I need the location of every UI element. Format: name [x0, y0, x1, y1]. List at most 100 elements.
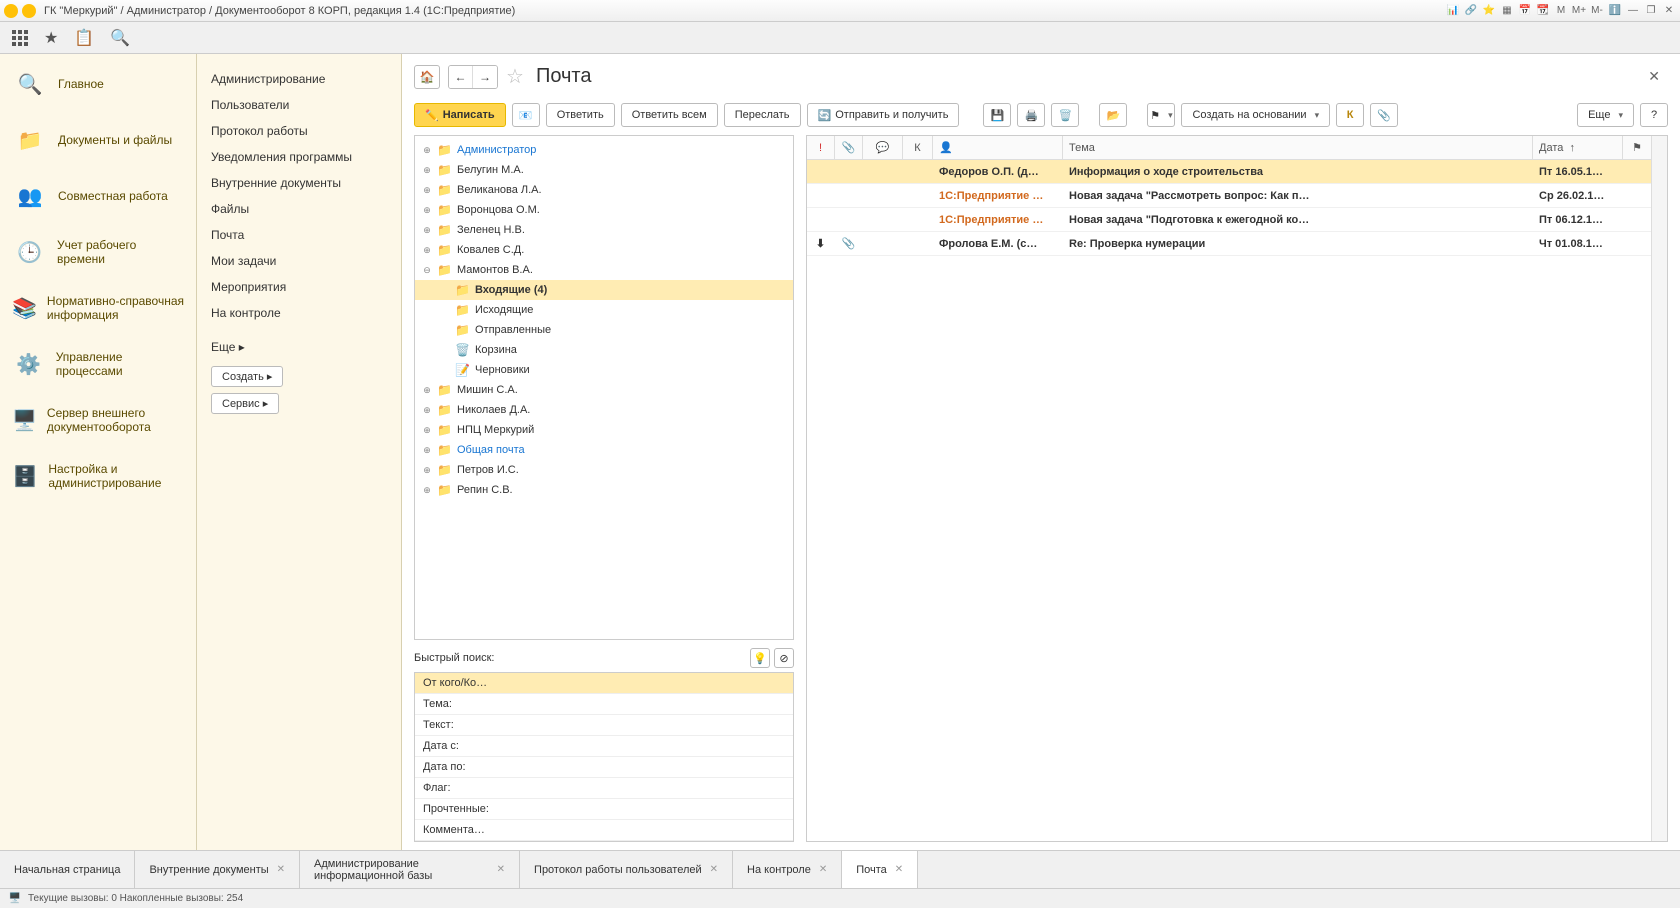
link-icon[interactable]: 🔗 [1464, 4, 1478, 18]
mail-row[interactable]: 1С:Предприятие … Новая задача "Подготовк… [807, 208, 1651, 232]
quick-search-row[interactable]: Тема: [415, 694, 793, 715]
leftnav-item[interactable]: 🖥️Сервер внешнего документооборота [0, 398, 196, 442]
dropdown-icon[interactable] [22, 4, 36, 18]
maximize-icon[interactable]: ❐ [1644, 4, 1658, 18]
help-button[interactable]: ? [1640, 103, 1668, 127]
quick-search-row[interactable]: Коммента… [415, 820, 793, 841]
forward-button[interactable]: Переслать [724, 103, 801, 127]
new-mail-icon-button[interactable]: 📧 [512, 103, 540, 127]
apps-icon[interactable] [12, 30, 28, 46]
flag-dropdown-button[interactable]: ⚑ [1147, 103, 1175, 127]
expand-icon[interactable]: ⊕ [421, 165, 433, 176]
expand-icon[interactable]: ⊕ [421, 485, 433, 496]
tree-node[interactable]: ⊕📁Репин С.В. [415, 480, 793, 500]
save-icon-button[interactable]: 💾 [983, 103, 1011, 127]
expand-icon[interactable]: ⊕ [421, 385, 433, 396]
col-k[interactable]: К [903, 136, 933, 159]
tree-node[interactable]: ⊕📁Мишин С.А. [415, 380, 793, 400]
bottom-tab[interactable]: На контроле✕ [733, 851, 842, 888]
subnav-link[interactable]: Мои задачи [211, 248, 387, 274]
leftnav-item[interactable]: 📚Нормативно-справочная информация [0, 286, 196, 330]
tree-node[interactable]: ⊕📁НПЦ Меркурий [415, 420, 793, 440]
folder-tree[interactable]: ⊕📁Администратор⊕📁Белугин М.А.⊕📁Великанов… [414, 135, 794, 640]
tree-node[interactable]: ⊕📁Ковалев С.Д. [415, 240, 793, 260]
tree-node[interactable]: ⊖📁Мамонтов В.А. [415, 260, 793, 280]
scrollbar[interactable] [1651, 136, 1667, 841]
close-tab-button[interactable]: ✕ [1644, 68, 1664, 85]
subnav-link[interactable]: Пользователи [211, 92, 387, 118]
clear-icon-button[interactable]: ⊘ [774, 648, 794, 668]
col-importance[interactable]: ! [807, 136, 835, 159]
quick-search-row[interactable]: Дата с: [415, 736, 793, 757]
leftnav-item[interactable]: 🔍Главное [0, 62, 196, 106]
tree-node[interactable]: ⊕📁Великанова Л.А. [415, 180, 793, 200]
mail-row[interactable]: Федоров О.П. (д… Информация о ходе строи… [807, 160, 1651, 184]
search-icon[interactable]: 🔍 [110, 28, 130, 48]
subnav-link[interactable]: Файлы [211, 196, 387, 222]
grid-icon[interactable]: ▦ [1500, 4, 1514, 18]
tab-close-icon[interactable]: ✕ [277, 864, 285, 875]
tree-subnode[interactable]: 🗑️Корзина [415, 340, 793, 360]
back-button[interactable]: ← [449, 66, 473, 88]
minimize-icon[interactable]: — [1626, 4, 1640, 18]
home-button[interactable]: 🏠 [414, 65, 440, 89]
leftnav-item[interactable]: 🕒Учет рабочего времени [0, 230, 196, 274]
expand-icon[interactable]: ⊕ [421, 185, 433, 196]
col-date[interactable]: Дата ↑ [1533, 136, 1623, 159]
reply-button[interactable]: Ответить [546, 103, 615, 127]
expand-icon[interactable]: ⊕ [421, 445, 433, 456]
quick-search-row[interactable]: Флаг: [415, 778, 793, 799]
favorite-toggle-icon[interactable]: ☆ [506, 64, 524, 89]
k-button[interactable]: К [1336, 103, 1364, 127]
star-icon[interactable]: ⭐ [1482, 4, 1496, 18]
quick-search-row[interactable]: Прочтенные: [415, 799, 793, 820]
expand-icon[interactable]: ⊕ [421, 465, 433, 476]
more-button[interactable]: Еще [1577, 103, 1634, 127]
subnav-link[interactable]: Администрирование [211, 66, 387, 92]
m-minus-button[interactable]: M- [1590, 4, 1604, 18]
mail-row[interactable]: 1С:Предприятие … Новая задача "Рассмотре… [807, 184, 1651, 208]
bottom-tab[interactable]: Внутренние документы✕ [135, 851, 300, 888]
tree-subnode[interactable]: 📁Исходящие [415, 300, 793, 320]
bottom-tab[interactable]: Начальная страница [0, 851, 135, 888]
tree-subnode[interactable]: 📁Входящие (4) [415, 280, 793, 300]
create-button[interactable]: Создать ▸ [211, 366, 283, 387]
tree-subnode[interactable]: 📝Черновики [415, 360, 793, 380]
cal2-icon[interactable]: 📆 [1536, 4, 1550, 18]
print-icon-button[interactable]: 🖨️ [1017, 103, 1045, 127]
col-reply[interactable]: 💬 [863, 136, 903, 159]
close-icon[interactable]: ✕ [1662, 4, 1676, 18]
tree-node[interactable]: ⊕📁Воронцова О.М. [415, 200, 793, 220]
subnav-link[interactable]: Почта [211, 222, 387, 248]
attach-icon-button[interactable]: 📎 [1370, 103, 1398, 127]
quick-search-row[interactable]: Дата по: [415, 757, 793, 778]
tree-node[interactable]: ⊕📁Белугин М.А. [415, 160, 793, 180]
tab-close-icon[interactable]: ✕ [710, 864, 718, 875]
clipboard-icon[interactable]: 📋 [74, 28, 94, 48]
leftnav-item[interactable]: 📁Документы и файлы [0, 118, 196, 162]
bottom-tab[interactable]: Администрирование информационной базы✕ [300, 851, 520, 888]
expand-icon[interactable]: ⊖ [421, 265, 433, 276]
col-subject[interactable]: Тема [1063, 136, 1533, 159]
leftnav-item[interactable]: 🗄️Настройка и администрирование [0, 454, 196, 498]
subnav-link[interactable]: На контроле [211, 300, 387, 326]
service-button[interactable]: Сервис ▸ [211, 393, 279, 414]
mail-row[interactable]: ⬇ 📎 Фролова Е.М. (с… Re: Проверка нумера… [807, 232, 1651, 256]
delete-icon-button[interactable]: 🗑️ [1051, 103, 1079, 127]
leftnav-item[interactable]: 👥Совместная работа [0, 174, 196, 218]
quick-search-row[interactable]: Текст: [415, 715, 793, 736]
m-plus-button[interactable]: M+ [1572, 4, 1586, 18]
reply-all-button[interactable]: Ответить всем [621, 103, 718, 127]
tab-close-icon[interactable]: ✕ [895, 864, 903, 875]
tree-node[interactable]: ⊕📁Общая почта [415, 440, 793, 460]
tree-node[interactable]: ⊕📁Николаев Д.А. [415, 400, 793, 420]
expand-icon[interactable]: ⊕ [421, 205, 433, 216]
tab-close-icon[interactable]: ✕ [819, 864, 827, 875]
compose-button[interactable]: ✏️ Написать [414, 103, 506, 127]
bottom-tab[interactable]: Почта✕ [842, 851, 918, 888]
subnav-link[interactable]: Внутренние документы [211, 170, 387, 196]
hint-icon-button[interactable]: 💡 [750, 648, 770, 668]
subnav-more[interactable]: Еще ▸ [211, 334, 387, 360]
tab-close-icon[interactable]: ✕ [497, 864, 505, 875]
forward-button[interactable]: → [473, 66, 497, 88]
